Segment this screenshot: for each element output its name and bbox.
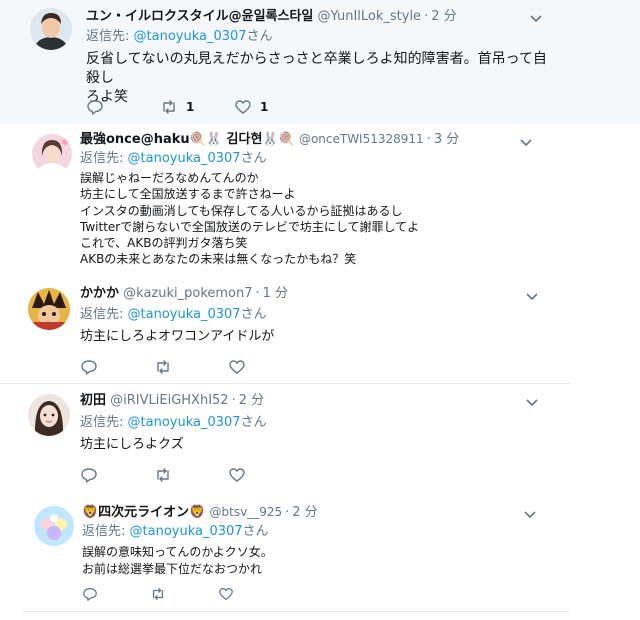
like-count: 1 <box>260 100 269 114</box>
display-name[interactable]: 初田 <box>80 393 106 408</box>
divider <box>22 611 570 612</box>
tweet-actions <box>80 466 380 484</box>
reply-context: 返信先: @tanoyuka_0307さん <box>82 524 269 539</box>
chevron-down-icon[interactable] <box>528 10 544 26</box>
tweet[interactable]: 初田 @iRIVLiEiGHXhI52 · 2 分 返信先: @tanoyuka_0… <box>0 384 570 490</box>
retweet-icon <box>163 100 175 114</box>
text-line: 坊主にしろよクズ <box>80 437 184 452</box>
retweet-button[interactable] <box>154 466 172 484</box>
tweet-text: 誤解じゃねーだろなめんてんのか 坊主にして全国放送するまで許さねーよ インスタの… <box>80 170 560 268</box>
reply-icon <box>83 588 97 601</box>
heart-icon <box>219 588 233 600</box>
retweet-button[interactable] <box>154 358 172 376</box>
avatar[interactable] <box>30 8 72 50</box>
avatar[interactable] <box>28 394 70 436</box>
display-name[interactable]: かかか <box>80 286 119 301</box>
text-line: AKBの未来とあなたの未来は無くなったかもね？笑 <box>80 252 357 267</box>
chevron-down-icon[interactable] <box>518 134 534 150</box>
timestamp[interactable]: 1 分 <box>263 286 288 301</box>
avatar[interactable] <box>32 134 72 174</box>
tweet[interactable]: ユン・イルロクスタイル@윤일록스타일 @YunIlLok_style · 2 分 返… <box>0 0 640 124</box>
reply-button[interactable] <box>80 358 98 376</box>
reply-button[interactable] <box>80 466 98 484</box>
retweet-icon <box>157 468 169 482</box>
user-handle[interactable]: @kazuki_pokemon7 <box>123 286 252 301</box>
tweet[interactable]: 最強once@haku🍭🐰 김다현🐰🍭 @onceTWI51328911 · 3 分… <box>22 124 570 276</box>
text-line: インスタの動画消しても保存してる人いるから証拠はあるし <box>80 203 403 218</box>
text-line: 反省してないの丸見えだからさっさと卒業しろよ知的障害者。首吊って自殺し <box>86 51 547 86</box>
heart-icon <box>235 100 251 114</box>
retweet-icon <box>152 588 164 600</box>
timestamp[interactable]: 2 分 <box>239 393 264 408</box>
reply-context: 返信先: @tanoyuka_0307さん <box>80 151 267 166</box>
reply-icon <box>81 360 97 375</box>
heart-icon <box>229 360 245 374</box>
tweet-text: 坊主にしろよオワコンアイドルが <box>80 328 540 345</box>
reply-button[interactable] <box>86 98 104 116</box>
user-handle[interactable]: @iRIVLiEiGHXhI52 <box>110 393 228 408</box>
reply-context: 返信先: @tanoyuka_0307さん <box>80 415 267 430</box>
reply-context: 返信先: @tanoyuka_0307さん <box>80 307 267 322</box>
retweet-count: 1 <box>186 100 195 114</box>
text-line: これで、AKBの評判ガタ落ち笑 <box>80 236 248 251</box>
chevron-down-icon[interactable] <box>524 394 540 410</box>
chevron-down-icon[interactable] <box>524 288 540 304</box>
reply-mention-link[interactable]: @tanoyuka_0307 <box>134 29 247 44</box>
like-button[interactable] <box>218 586 234 602</box>
retweet-icon <box>157 360 169 374</box>
avatar[interactable] <box>28 288 70 330</box>
like-button[interactable]: 1 <box>234 98 268 116</box>
chevron-down-icon[interactable] <box>522 506 538 522</box>
reply-button[interactable] <box>82 586 98 602</box>
user-handle[interactable]: @onceTWI51328911 <box>299 132 424 146</box>
reply-mention-link[interactable]: @tanoyuka_0307 <box>130 524 243 539</box>
like-button[interactable] <box>228 466 246 484</box>
timestamp[interactable]: 2 分 <box>431 9 456 24</box>
tweet-actions <box>80 358 380 376</box>
heart-icon <box>229 468 245 482</box>
tweet[interactable]: かかか @kazuki_pokemon7 · 1 分 返信先: @tanoyuka_… <box>0 276 570 382</box>
display-name[interactable]: 最強once@haku🍭🐰 김다현🐰🍭 <box>80 132 295 147</box>
display-name[interactable]: ユン・イルロクスタイル@윤일록스타일 <box>86 9 313 24</box>
text-line: お前は総選挙最下位だなおつかれ <box>82 562 263 576</box>
like-button[interactable] <box>228 358 246 376</box>
reply-mention-link[interactable]: @tanoyuka_0307 <box>128 151 241 166</box>
retweet-button[interactable] <box>150 586 166 602</box>
user-handle[interactable]: @btsv__925 <box>210 505 283 519</box>
tweet-text: 坊主にしろよクズ <box>80 436 540 453</box>
text-line: 坊主にしろよオワコンアイドルが <box>80 329 275 344</box>
reply-context: 返信先: @tanoyuka_0307さん <box>86 29 273 44</box>
timestamp[interactable]: 2 分 <box>292 505 317 520</box>
avatar[interactable] <box>34 506 74 546</box>
user-handle[interactable]: @YunIlLok_style <box>318 9 422 24</box>
retweet-button[interactable]: 1 <box>160 98 194 116</box>
reply-mention-link[interactable]: @tanoyuka_0307 <box>128 415 241 430</box>
text-line: 坊主にして全国放送するまで許さねーよ <box>80 187 296 202</box>
reply-icon <box>81 468 97 483</box>
reply-mention-link[interactable]: @tanoyuka_0307 <box>128 307 241 322</box>
text-line: 誤解じゃねーだろなめんてんのか <box>80 171 259 185</box>
reply-icon <box>87 100 103 115</box>
text-line: 誤解の意味知ってんのかよクソ女。 <box>82 545 273 559</box>
text-line: Twitterで謝らないで全国放送のテレビで坊主にして謝罪してよ <box>80 219 420 234</box>
tweet-actions: 1 1 <box>86 98 386 116</box>
tweet-actions <box>82 586 382 604</box>
tweet[interactable]: 🦁四次元ライオン🦁 @btsv__925 · 2 分 返信先: @tanoyuka_… <box>22 496 570 610</box>
display-name[interactable]: 🦁四次元ライオン🦁 <box>82 505 205 520</box>
tweet-text: 誤解の意味知ってんのかよクソ女。 お前は総選挙最下位だなおつかれ <box>82 544 542 578</box>
timestamp[interactable]: 3 分 <box>434 132 459 147</box>
